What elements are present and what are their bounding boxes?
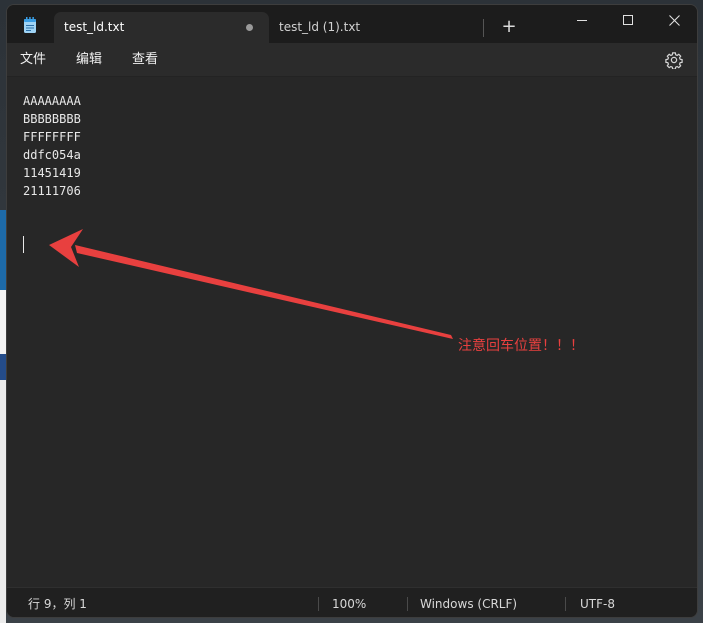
notepad-icon [23, 17, 37, 34]
zoom-level[interactable]: 100% [332, 588, 366, 617]
status-bar: 行 9，列 1 100% Windows (CRLF) UTF-8 [7, 587, 697, 617]
tab-test-ld[interactable]: test_ld.txt [54, 12, 269, 43]
menu-file[interactable]: 文件 [20, 43, 46, 76]
status-divider [565, 597, 566, 611]
tab-test-ld-1[interactable]: test_ld (1).txt [269, 12, 484, 43]
maximize-icon [623, 15, 633, 25]
encoding[interactable]: UTF-8 [580, 588, 615, 617]
menu-view[interactable]: 查看 [132, 43, 158, 76]
annotation-text: 注意回车位置！！！ [458, 338, 584, 354]
plus-icon: + [501, 16, 517, 37]
text-editor[interactable]: AAAAAAAA BBBBBBBB FFFFFFFF ddfc054a 1145… [7, 77, 697, 586]
annotation-arrow [49, 229, 453, 339]
menu-bar: 文件 编辑 查看 [7, 43, 697, 77]
tab-label: test_ld (1).txt [279, 20, 361, 34]
status-divider [318, 597, 319, 611]
tab-label: test_ld.txt [64, 20, 125, 34]
desktop: test_ld.txt test_ld (1).txt + 文件 编辑 查看 A… [0, 0, 703, 623]
new-tab-button[interactable]: + [497, 15, 521, 39]
maximize-button[interactable] [605, 5, 651, 35]
unsaved-dot-icon[interactable] [246, 24, 253, 31]
menu-edit[interactable]: 编辑 [76, 43, 102, 76]
close-button[interactable] [651, 5, 697, 35]
status-divider [407, 597, 408, 611]
settings-button[interactable] [665, 51, 683, 70]
gear-icon [665, 52, 683, 70]
cursor-position[interactable]: 行 9，列 1 [28, 588, 87, 617]
notepad-window: test_ld.txt test_ld (1).txt + 文件 编辑 查看 A… [6, 4, 698, 618]
title-bar[interactable]: test_ld.txt test_ld (1).txt + [7, 5, 697, 43]
minimize-icon [577, 20, 587, 21]
close-icon [668, 14, 680, 26]
arrow-shaft [75, 245, 453, 339]
minimize-button[interactable] [559, 5, 605, 35]
line-ending[interactable]: Windows (CRLF) [420, 588, 517, 617]
tab-divider [483, 19, 484, 37]
